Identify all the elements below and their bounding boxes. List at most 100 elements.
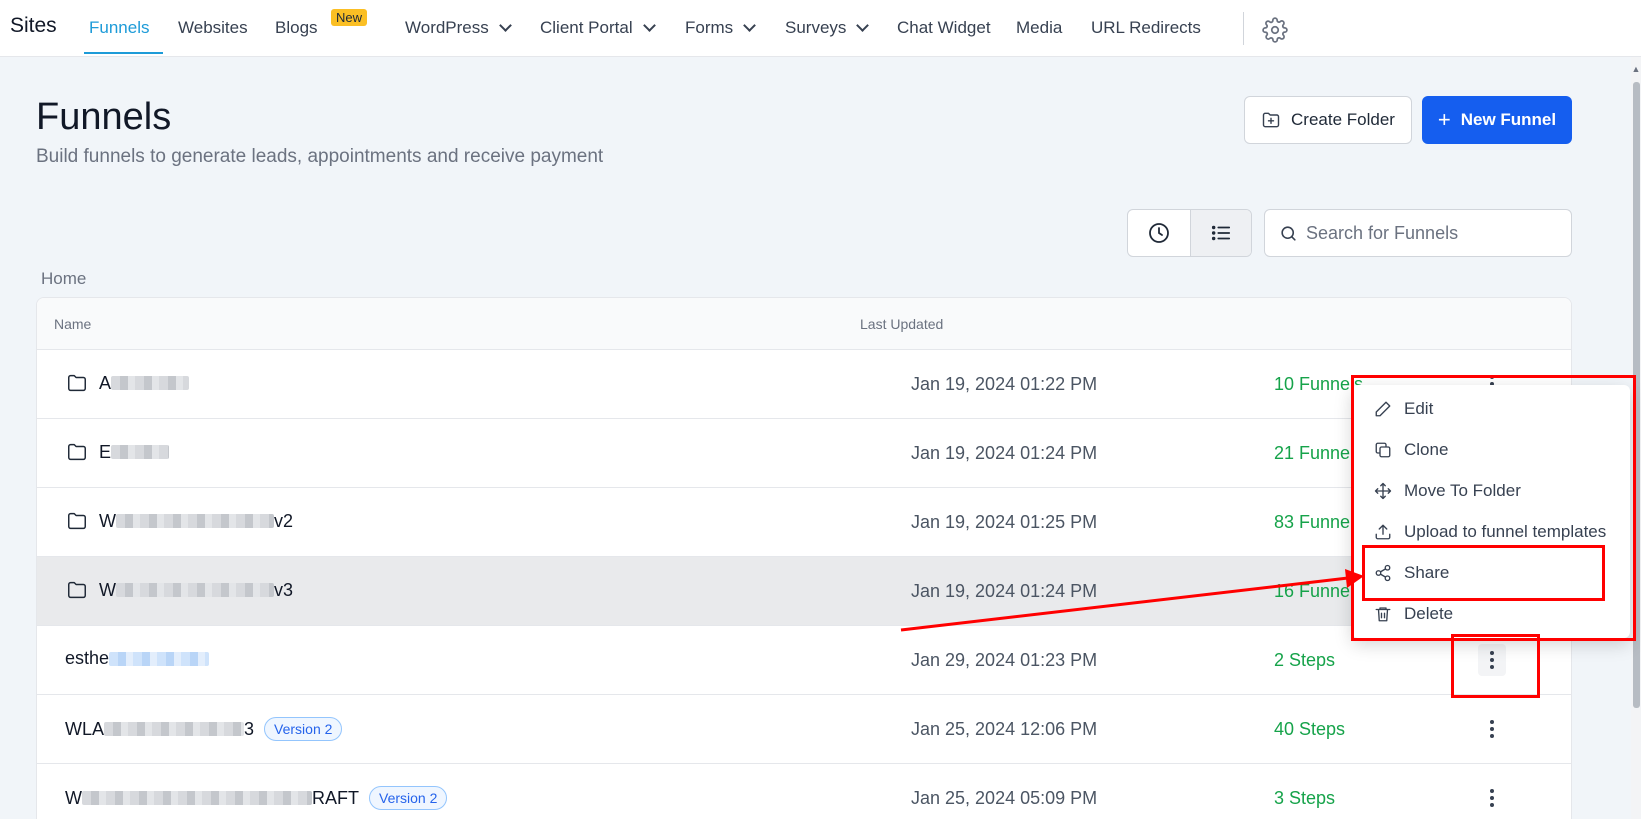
nav-tab-surveys[interactable]: Surveys <box>785 18 870 38</box>
menu-item-move-to-folder[interactable]: Move To Folder <box>1374 481 1521 501</box>
menu-item-edit[interactable]: Edit <box>1374 399 1433 419</box>
top-nav: Sites Funnels Websites Blogs New WordPre… <box>0 0 1641 57</box>
nav-tab-label: Media <box>1016 18 1063 37</box>
view-toggle-group <box>1127 209 1252 257</box>
breadcrumb[interactable]: Home <box>41 269 86 289</box>
chevron-down-icon <box>856 19 870 32</box>
menu-item-upload-templates[interactable]: Upload to funnel templates <box>1374 522 1606 542</box>
row-name-text: WLA <box>65 718 105 739</box>
version-badge: Version 2 <box>264 717 343 741</box>
nav-tab-chat-widget[interactable]: Chat Widget <box>897 18 991 38</box>
row-count: 10 Funnels <box>1274 374 1364 394</box>
trash-icon <box>1375 607 1391 622</box>
column-header-name[interactable]: Name <box>54 316 91 332</box>
nav-tab-label: Blogs <box>275 18 318 37</box>
table-row[interactable]: esthe Jan 29, 2024 01:23 PM 2 Steps <box>37 626 1571 695</box>
nav-tab-client-portal[interactable]: Client Portal <box>540 18 656 38</box>
row-name: E <box>65 441 170 463</box>
table-row[interactable]: W RAFT Version 2 Jan 25, 2024 05:09 PM 3 … <box>37 764 1571 819</box>
row-last-updated: Jan 19, 2024 01:24 PM <box>911 443 1098 463</box>
create-folder-button[interactable]: Create Folder <box>1244 96 1412 144</box>
recent-view-toggle[interactable] <box>1128 210 1190 256</box>
nav-tab-wordpress[interactable]: WordPress <box>405 18 512 38</box>
redacted-text <box>116 514 274 528</box>
nav-divider <box>1243 12 1244 45</box>
row-last-updated: Jan 29, 2024 01:23 PM <box>911 650 1098 670</box>
table-header: Name Last Updated <box>37 298 1571 350</box>
move-icon <box>1374 482 1392 500</box>
column-header-last-updated[interactable]: Last Updated <box>860 316 943 332</box>
row-name: Wv3 <box>65 579 293 601</box>
chevron-down-icon <box>743 19 757 32</box>
plus-icon: + <box>1437 107 1451 132</box>
nav-tab-label: Surveys <box>785 18 847 37</box>
row-name-text: A <box>99 372 112 393</box>
table-row[interactable]: Wv2 Jan 19, 2024 01:25 PM 83 Funnels <box>37 488 1571 557</box>
new-funnel-button[interactable]: + New Funnel <box>1422 96 1572 144</box>
row-name: esthe <box>65 648 210 669</box>
row-count: 21 Funnels <box>1274 443 1364 463</box>
nav-tab-url-redirects[interactable]: URL Redirects <box>1091 18 1201 38</box>
nav-tab-blogs[interactable]: Blogs <box>275 18 318 38</box>
nav-tab-label: Funnels <box>89 18 150 37</box>
scrollbar-thumb[interactable] <box>1633 82 1640 708</box>
nav-tab-funnels[interactable]: Funnels <box>89 18 149 38</box>
row-last-updated: Jan 19, 2024 01:25 PM <box>911 512 1098 532</box>
row-count: 83 Funnels <box>1274 512 1364 532</box>
menu-item-label: Clone <box>1404 440 1449 459</box>
row-more-options-icon[interactable] <box>1478 782 1506 814</box>
active-tab-indicator <box>84 52 163 54</box>
nav-tab-forms[interactable]: Forms <box>685 18 757 38</box>
row-more-options-icon[interactable] <box>1478 713 1506 745</box>
nav-tab-label: Forms <box>685 18 734 37</box>
create-folder-label: Create Folder <box>1291 110 1395 129</box>
row-name-text: W <box>99 510 116 531</box>
redacted-text <box>82 791 312 805</box>
menu-item-clone[interactable]: Clone <box>1374 440 1448 460</box>
gear-icon[interactable] <box>1262 17 1288 43</box>
page-subtitle: Build funnels to generate leads, appoint… <box>36 146 604 167</box>
funnels-table: Name Last Updated A Jan 19, 2024 01:22 P… <box>36 297 1572 819</box>
scroll-up-arrow-icon[interactable]: ▲ <box>1631 64 1641 74</box>
row-last-updated: Jan 25, 2024 12:06 PM <box>911 719 1098 739</box>
table-row[interactable]: E Jan 19, 2024 01:24 PM 21 Funnels <box>37 419 1571 488</box>
nav-tab-label: Chat Widget <box>897 18 991 37</box>
row-name-text: E <box>99 441 112 462</box>
row-last-updated: Jan 25, 2024 05:09 PM <box>911 788 1098 808</box>
search-input[interactable] <box>1306 222 1566 244</box>
row-count: 16 Funnels <box>1274 581 1364 601</box>
menu-item-label: Move To Folder <box>1404 481 1521 500</box>
menu-item-delete[interactable]: Delete <box>1374 604 1453 624</box>
row-name: A <box>65 372 190 394</box>
folder-icon <box>68 512 86 530</box>
row-name-text: W <box>99 579 116 600</box>
nav-tab-label: Websites <box>178 18 248 37</box>
list-view-toggle[interactable] <box>1189 210 1251 256</box>
folder-plus-icon <box>1262 112 1280 128</box>
row-more-options-icon[interactable] <box>1478 644 1506 676</box>
row-actions-menu: Edit Clone Move To Folder Upload to funn… <box>1352 385 1630 638</box>
row-name-text: W <box>65 787 82 808</box>
row-name: W RAFT Version 2 <box>65 786 448 810</box>
search-icon <box>1281 225 1296 241</box>
redacted-text <box>111 445 170 459</box>
menu-item-label: Share <box>1404 563 1450 582</box>
nav-tab-label: Client Portal <box>540 18 633 37</box>
chevron-down-icon <box>642 19 656 32</box>
table-row[interactable]: WLA 3 Version 2 Jan 25, 2024 12:06 PM 40 … <box>37 695 1571 764</box>
version-badge: Version 2 <box>369 786 448 810</box>
clock-icon <box>1148 223 1169 243</box>
nav-tab-websites[interactable]: Websites <box>178 18 248 38</box>
row-name-suffix: 3 <box>244 718 255 739</box>
table-row[interactable]: A Jan 19, 2024 01:22 PM 10 Funnels <box>37 350 1571 419</box>
share-icon <box>1375 564 1391 582</box>
menu-item-share[interactable]: Share <box>1374 563 1449 583</box>
redacted-text <box>111 376 190 390</box>
menu-item-label: Upload to funnel templates <box>1404 522 1607 541</box>
menu-item-label: Edit <box>1404 399 1434 418</box>
row-last-updated: Jan 19, 2024 01:22 PM <box>911 374 1098 394</box>
row-count: 3 Steps <box>1274 788 1336 808</box>
table-row[interactable]: Wv3 Jan 19, 2024 01:24 PM 16 Funnels <box>37 557 1571 626</box>
row-name-suffix: v2 <box>274 510 294 531</box>
nav-tab-media[interactable]: Media <box>1016 18 1062 38</box>
